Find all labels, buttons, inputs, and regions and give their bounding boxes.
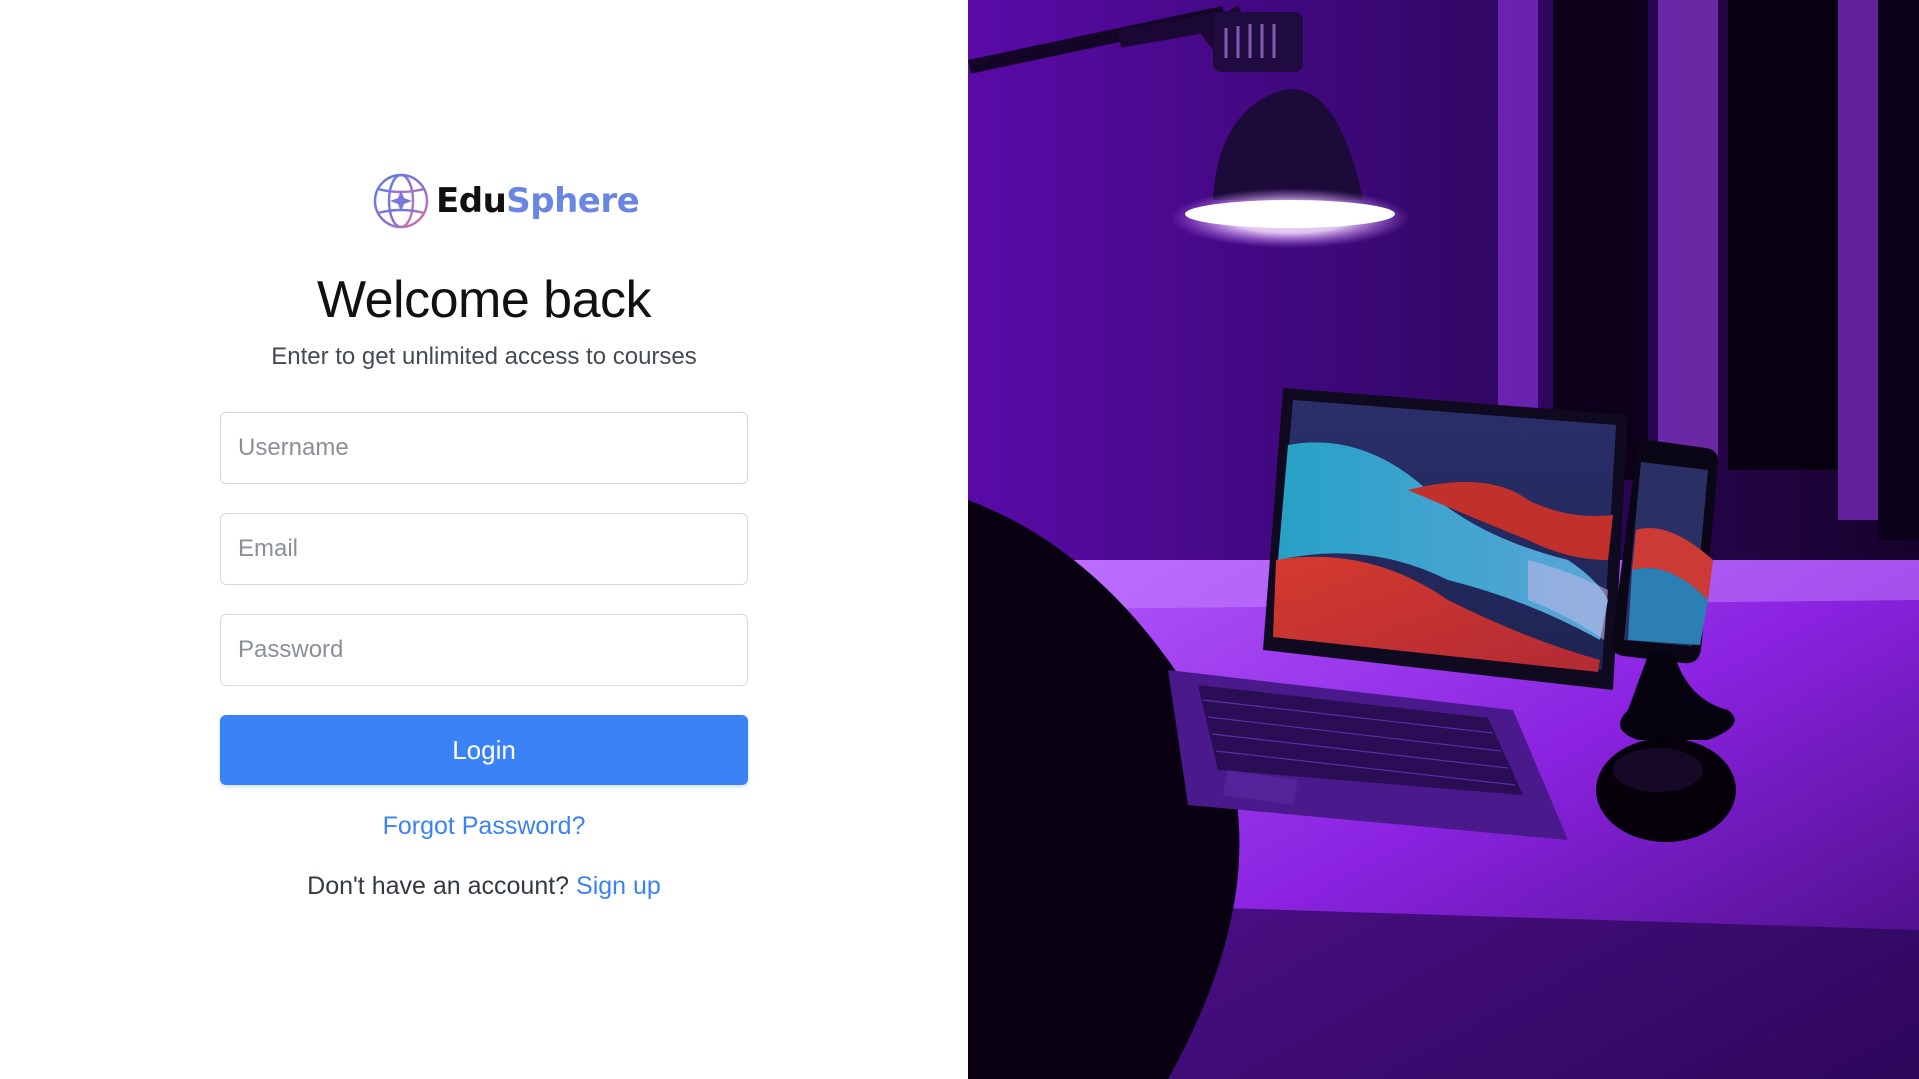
- signup-link[interactable]: Sign up: [576, 872, 661, 900]
- email-input[interactable]: [220, 513, 748, 585]
- brand-name-sphere: Sphere: [506, 181, 640, 221]
- forgot-password-link[interactable]: Forgot Password?: [220, 812, 748, 841]
- login-page: EduSphere Welcome back Enter to get unli…: [0, 0, 1919, 1079]
- login-button[interactable]: Login: [220, 715, 748, 785]
- hero-image: [968, 0, 1919, 1079]
- no-account-text: Don't have an account?: [307, 872, 570, 900]
- password-input[interactable]: [220, 614, 748, 686]
- brand-logo-group[interactable]: EduSphere: [372, 172, 640, 230]
- page-title: Welcome back: [316, 271, 652, 329]
- brand-name: EduSphere: [436, 181, 640, 221]
- page-subtitle: Enter to get unlimited access to courses: [271, 343, 697, 370]
- username-input[interactable]: [220, 412, 748, 484]
- hero-image-panel: [968, 0, 1919, 1079]
- login-panel: EduSphere Welcome back Enter to get unli…: [0, 0, 968, 1079]
- signup-prompt: Don't have an account? Sign up: [220, 872, 748, 901]
- globe-sparkle-icon: [373, 173, 429, 229]
- brand-name-edu: Edu: [436, 181, 507, 221]
